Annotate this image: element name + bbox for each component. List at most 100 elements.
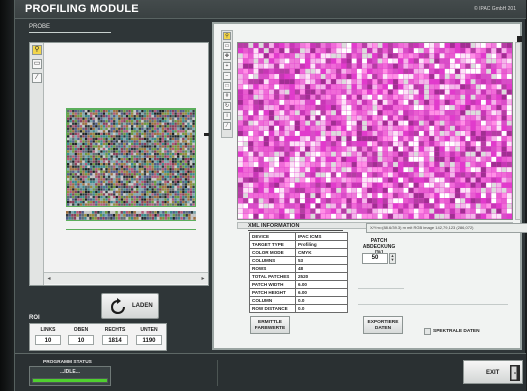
viewer-info-icon[interactable]: i <box>223 112 231 120</box>
scroll-right-icon[interactable]: ▸ <box>199 275 207 283</box>
rectangle-select-icon[interactable]: ▭ <box>32 59 42 69</box>
grid-patch <box>418 105 424 110</box>
grid-patch <box>320 43 326 48</box>
probe-patch <box>120 163 124 166</box>
grid-patch <box>444 208 450 214</box>
grid-patch <box>263 172 269 178</box>
export-data-button[interactable]: EXPORTIERE DATEN <box>363 316 403 334</box>
grid-patch <box>377 53 383 59</box>
grid-patch <box>351 53 357 59</box>
grid-patch <box>320 115 326 121</box>
grid-patch <box>403 198 409 204</box>
grid-patch <box>310 203 316 209</box>
probe-patch <box>125 190 129 194</box>
grid-patch <box>444 99 450 105</box>
grid-patch <box>341 141 347 147</box>
grid-patch <box>284 136 290 142</box>
probe-patch <box>148 188 152 191</box>
probe-patch <box>100 178 103 181</box>
roi-right-field[interactable]: 1814 <box>102 335 128 345</box>
grid-patch <box>351 63 357 69</box>
spin-down-icon[interactable]: ▼ <box>390 258 395 262</box>
viewer-eyedropper-icon[interactable]: ⁄ <box>223 122 231 130</box>
probe-patch <box>169 130 172 133</box>
determine-colors-button[interactable]: ERMITTLE FARBWERTE <box>250 316 290 334</box>
grid-patch <box>408 203 414 209</box>
viewer-vertical-scrollbar[interactable] <box>515 42 521 220</box>
viewer-select-icon[interactable]: ▭ <box>223 42 231 50</box>
probe-patch <box>156 188 159 191</box>
grid-patch <box>310 94 316 100</box>
probe-patch <box>143 125 147 128</box>
grid-patch <box>279 53 285 59</box>
roi-top-field[interactable]: 10 <box>68 335 94 345</box>
probe-patch <box>154 122 157 125</box>
grid-patch <box>263 141 269 147</box>
probe-patch <box>100 203 103 206</box>
probe-patch <box>92 152 95 156</box>
grid-patch <box>351 115 357 121</box>
probe-patch <box>102 195 106 199</box>
probe-patch <box>120 168 124 171</box>
magnifier-icon[interactable]: ⚲ <box>32 45 42 55</box>
probe-patch <box>95 127 98 130</box>
probe-patch <box>110 203 113 206</box>
spectral-data-checkbox[interactable]: ▪ <box>424 328 431 335</box>
probe-patch <box>146 147 149 151</box>
grid-patch <box>486 156 492 162</box>
patch-coverage-input[interactable]: 50 <box>362 253 388 264</box>
viewer-zoom-in-icon[interactable]: + <box>223 62 231 70</box>
viewer-magnifier-icon[interactable]: ⚲ <box>223 32 231 40</box>
grid-patch <box>408 79 414 85</box>
grid-patch <box>269 110 274 116</box>
roi-left-field[interactable]: 10 <box>35 335 61 345</box>
probe-patch <box>92 183 95 186</box>
probe-patch <box>143 122 147 125</box>
probe-patch <box>141 193 144 196</box>
probe-patch <box>69 185 72 189</box>
grid-patch <box>465 156 471 162</box>
patch-coverage-spinner[interactable]: ▲ ▼ <box>389 253 396 264</box>
grid-patch <box>377 79 383 85</box>
grid-patch <box>387 53 393 59</box>
viewer-pan-icon[interactable]: ✥ <box>223 52 231 60</box>
probe-position-marker[interactable] <box>204 133 209 136</box>
grid-patch <box>475 141 481 147</box>
probe-horizontal-scrollbar[interactable]: ◂ ▸ <box>44 272 208 284</box>
probe-patch <box>77 137 80 141</box>
probe-image-canvas[interactable] <box>44 43 209 271</box>
viewer-fit-icon[interactable]: □ <box>223 82 231 90</box>
probe-patch <box>171 188 175 191</box>
viewer-zoom-out-icon[interactable]: − <box>223 72 231 80</box>
grid-patch <box>501 53 507 59</box>
grid-patch <box>243 208 249 214</box>
probe-patch <box>67 203 70 206</box>
grid-patch <box>429 94 435 100</box>
probe-strip-patch <box>102 214 105 217</box>
probe-target-image[interactable] <box>66 109 196 207</box>
grid-patch <box>263 115 269 121</box>
probe-patch <box>107 173 111 176</box>
probe-patch <box>118 175 121 178</box>
grid-patch <box>393 115 398 121</box>
grid-patch <box>258 58 264 64</box>
probe-patch <box>115 170 118 173</box>
grid-patch <box>393 58 398 64</box>
grid-patch <box>248 136 254 142</box>
grid-patch <box>238 120 243 126</box>
viewer-rotate-icon[interactable]: ↻ <box>223 102 231 110</box>
roi-bottom-field[interactable]: 1190 <box>136 335 162 345</box>
patch-grid-image[interactable] <box>237 42 513 220</box>
probe-strip-patch <box>159 217 162 220</box>
grid-patch <box>310 43 316 48</box>
viewer-grid-icon[interactable]: # <box>223 92 231 100</box>
exit-button[interactable]: EXIT <box>463 360 523 384</box>
probe-strip-patch <box>185 217 188 220</box>
grid-patch <box>413 79 419 85</box>
load-button[interactable]: LADEN <box>101 293 159 319</box>
grid-patch <box>238 182 243 188</box>
probe-patch <box>179 158 182 161</box>
eyedropper-icon[interactable]: ⁄ <box>32 73 42 83</box>
probe-patch <box>72 163 75 166</box>
scroll-left-icon[interactable]: ◂ <box>45 275 53 283</box>
